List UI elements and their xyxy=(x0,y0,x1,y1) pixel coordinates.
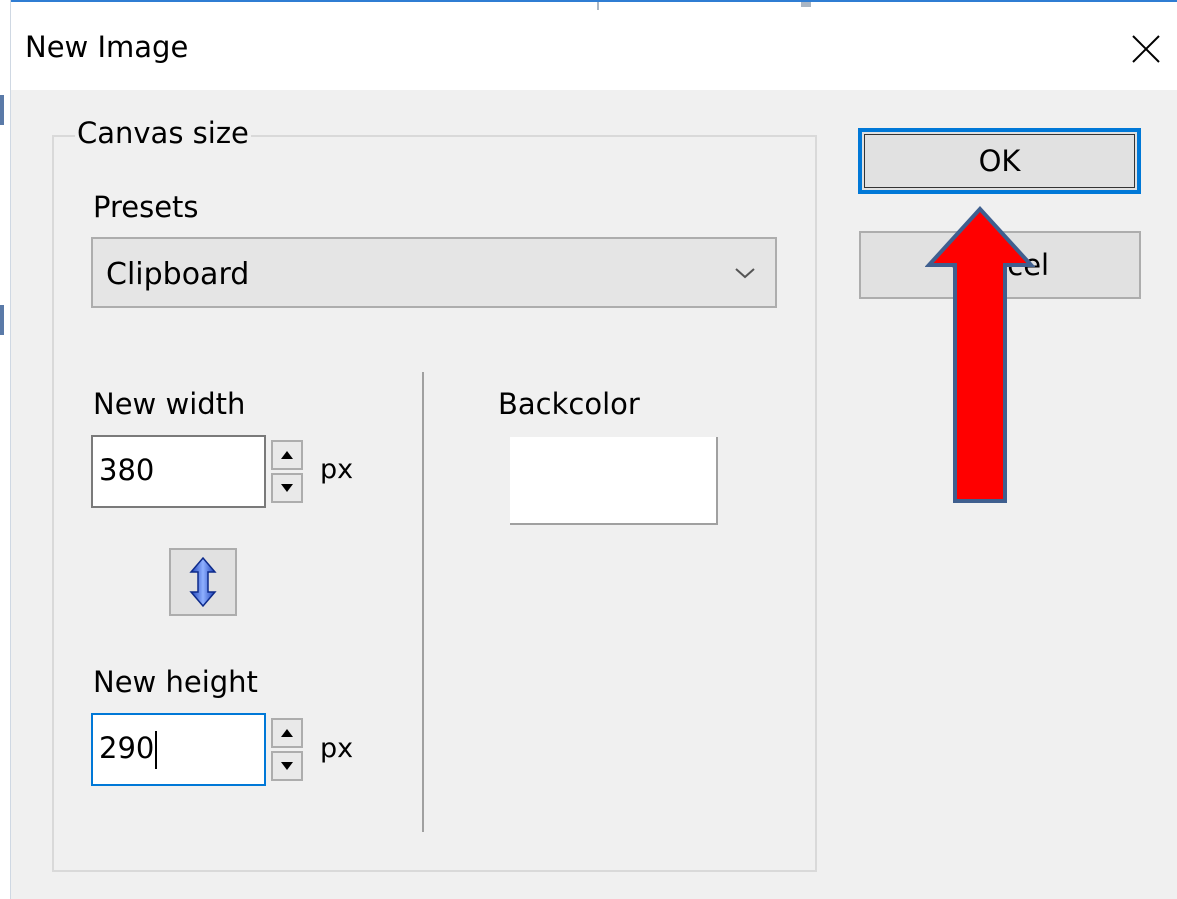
height-decrement-button[interactable] xyxy=(271,751,303,781)
width-increment-button[interactable] xyxy=(271,440,303,470)
new-image-dialog: New Image Canvas size Presets Clipboard … xyxy=(0,0,1177,899)
new-height-value: 290 xyxy=(99,731,155,765)
dialog-title: New Image xyxy=(25,30,189,64)
height-spinner xyxy=(271,718,307,784)
cancel-button[interactable]: Cancel xyxy=(859,231,1141,299)
top-tick xyxy=(597,2,599,10)
new-width-input[interactable]: 380 xyxy=(91,435,266,508)
width-decrement-button[interactable] xyxy=(271,473,303,503)
backcolor-label: Backcolor xyxy=(498,387,640,421)
presets-dropdown[interactable]: Clipboard xyxy=(91,237,777,308)
new-width-label: New width xyxy=(93,387,246,421)
lock-aspect-toggle-button[interactable] xyxy=(169,548,237,616)
background-window-edge xyxy=(0,0,11,899)
width-unit-label: px xyxy=(320,454,354,485)
backcolor-swatch[interactable] xyxy=(510,437,718,525)
close-icon[interactable] xyxy=(1129,32,1163,66)
triangle-up-icon xyxy=(281,729,293,737)
text-caret xyxy=(155,731,158,769)
chevron-down-icon xyxy=(733,264,757,282)
presets-selected-value: Clipboard xyxy=(106,257,250,292)
triangle-down-icon xyxy=(281,762,293,770)
presets-label: Presets xyxy=(93,190,199,224)
height-unit-label: px xyxy=(320,733,354,764)
top-tick xyxy=(801,2,811,7)
title-bar: New Image xyxy=(11,0,1177,90)
triangle-down-icon xyxy=(281,484,293,492)
new-height-input[interactable]: 290 xyxy=(91,713,266,786)
new-height-label: New height xyxy=(93,665,258,699)
cancel-button-label: Cancel xyxy=(950,248,1050,282)
edge-mark xyxy=(0,95,4,125)
triangle-up-icon xyxy=(281,451,293,459)
edge-mark xyxy=(0,305,4,335)
height-increment-button[interactable] xyxy=(271,718,303,748)
width-spinner xyxy=(271,440,307,506)
ok-focus-rect xyxy=(864,134,1135,188)
ok-button[interactable]: OK xyxy=(858,128,1141,194)
vertical-double-arrow-icon xyxy=(189,556,217,608)
vertical-divider xyxy=(422,372,424,832)
canvas-size-legend: Canvas size xyxy=(75,116,251,150)
